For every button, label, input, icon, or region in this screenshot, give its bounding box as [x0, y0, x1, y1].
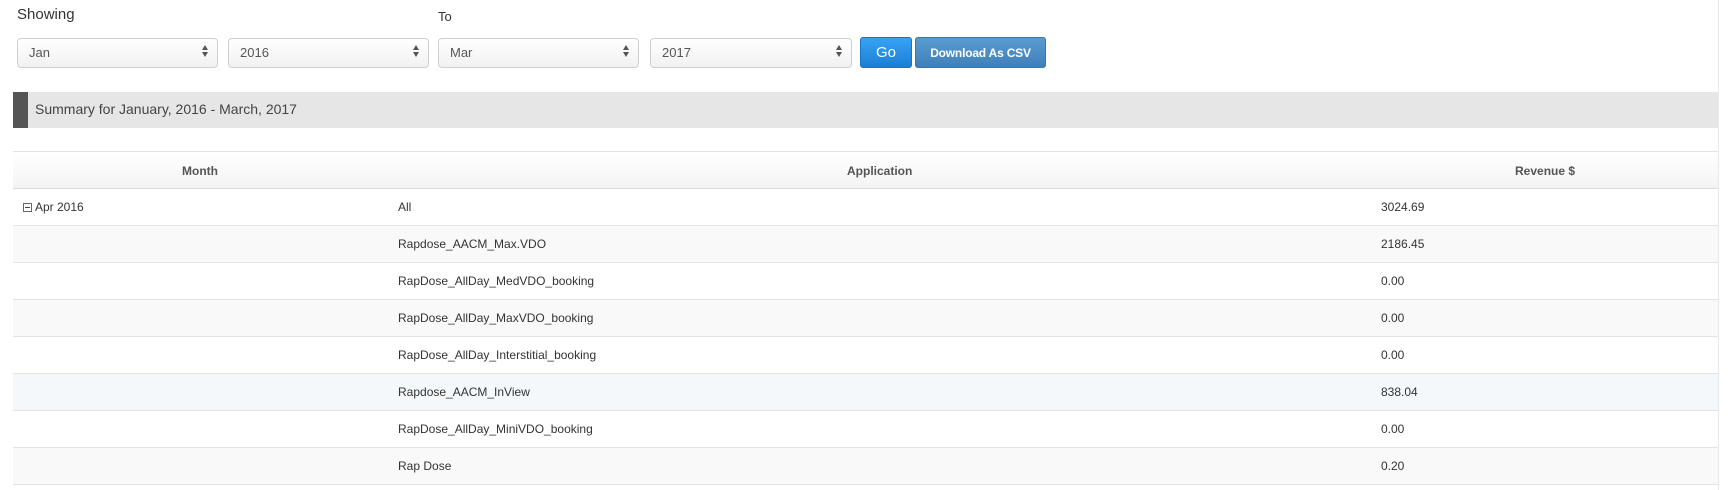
table-row: RapDose_AllDay_MiniVDO_booking 0.00: [13, 411, 1718, 448]
to-month-value: Mar: [450, 45, 473, 60]
table-row: Rap Dose 0.20: [13, 448, 1718, 485]
table-header: Month Application Revenue $: [13, 152, 1718, 189]
showing-label: Showing: [17, 6, 75, 23]
to-label: To: [438, 9, 452, 24]
month-cell[interactable]: Apr 2016: [23, 200, 84, 214]
table-row: Apr 2016 All 3024.69: [13, 189, 1718, 226]
application-cell: RapDose_AllDay_Interstitial_booking: [398, 348, 597, 362]
updown-arrows-icon: [836, 45, 842, 57]
from-year-value: 2016: [240, 45, 269, 60]
table-row: Rapdose_AACM_Max.VDO 2186.45: [13, 226, 1718, 263]
download-csv-button[interactable]: Download As CSV: [915, 37, 1046, 68]
summary-title: Summary for January, 2016 - March, 2017: [35, 101, 297, 117]
application-cell: Rapdose_AACM_Max.VDO: [398, 237, 547, 251]
revenue-table: Month Application Revenue $ Apr 2016 All…: [13, 151, 1718, 485]
table-row: RapDose_AllDay_Interstitial_booking 0.00: [13, 337, 1718, 374]
page-right-border: [1718, 0, 1719, 490]
table-row: RapDose_AllDay_MedVDO_booking 0.00: [13, 263, 1718, 300]
column-header-revenue[interactable]: Revenue $: [1515, 164, 1575, 178]
revenue-cell: 838.04: [1381, 385, 1418, 399]
updown-arrows-icon: [413, 45, 419, 57]
revenue-cell: 0.20: [1381, 459, 1405, 473]
application-cell: RapDose_AllDay_MiniVDO_booking: [398, 422, 593, 436]
page: Showing To Jan 2016 Mar 2017 Go Download…: [0, 0, 1731, 490]
application-cell: RapDose_AllDay_MedVDO_booking: [398, 274, 595, 288]
revenue-cell: 2186.45: [1381, 237, 1425, 251]
application-cell: Rapdose_AACM_InView: [398, 385, 530, 399]
revenue-cell: 0.00: [1381, 311, 1405, 325]
application-cell: All: [398, 200, 412, 214]
updown-arrows-icon: [202, 45, 208, 57]
table-row: Rapdose_AACM_InView 838.04: [13, 374, 1718, 411]
collapse-minus-icon[interactable]: [23, 202, 32, 212]
column-header-month[interactable]: Month: [182, 164, 218, 178]
from-month-value: Jan: [29, 45, 50, 60]
to-year-value: 2017: [662, 45, 691, 60]
revenue-cell: 3024.69: [1381, 200, 1425, 214]
updown-arrows-icon: [623, 45, 629, 57]
application-cell: Rap Dose: [398, 459, 452, 473]
revenue-cell: 0.00: [1381, 274, 1405, 288]
summary-accent: [13, 92, 28, 128]
summary-bar: Summary for January, 2016 - March, 2017: [13, 92, 1718, 128]
from-month-select[interactable]: Jan: [17, 38, 218, 68]
application-cell: RapDose_AllDay_MaxVDO_booking: [398, 311, 594, 325]
revenue-cell: 0.00: [1381, 348, 1405, 362]
to-year-select[interactable]: 2017: [650, 38, 852, 68]
revenue-cell: 0.00: [1381, 422, 1405, 436]
column-header-application[interactable]: Application: [847, 164, 912, 178]
to-month-select[interactable]: Mar: [438, 38, 639, 68]
go-button[interactable]: Go: [860, 37, 912, 68]
table-row: RapDose_AllDay_MaxVDO_booking 0.00: [13, 300, 1718, 337]
from-year-select[interactable]: 2016: [228, 38, 429, 68]
month-label: Apr 2016: [35, 200, 84, 214]
